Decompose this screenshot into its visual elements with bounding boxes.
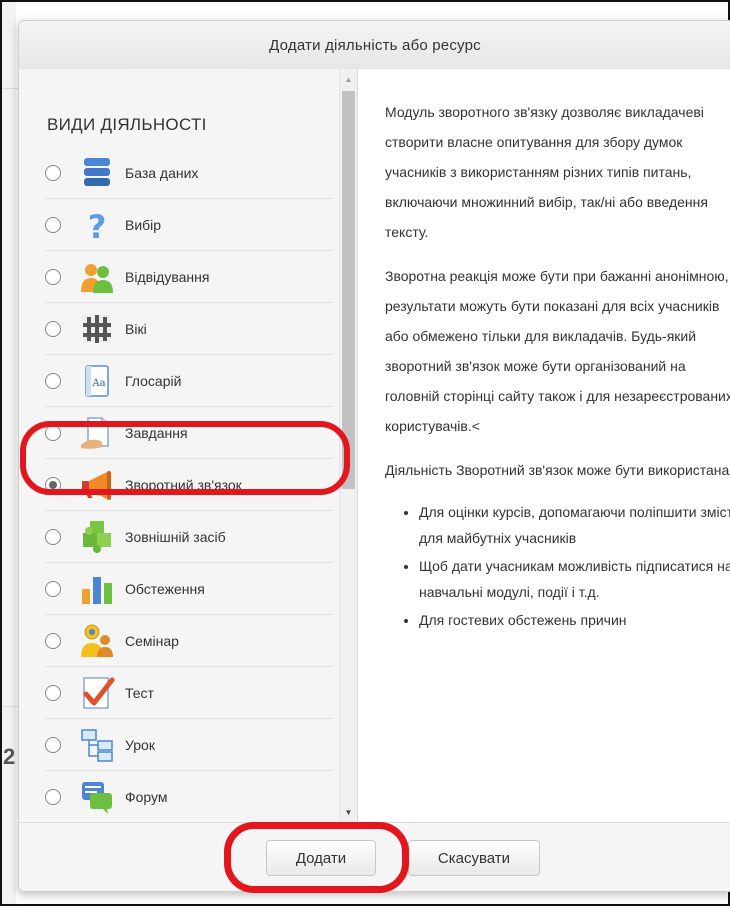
activity-label: Завдання	[125, 424, 188, 441]
description-bullet: Для гостевих обстежень причин	[419, 607, 730, 633]
bar-chart-icon	[82, 576, 112, 604]
activity-option-external-tool[interactable]: Зовнішній засіб	[45, 511, 333, 563]
activity-label: Урок	[125, 736, 155, 753]
lesson-tree-icon	[81, 728, 113, 762]
scroll-up-arrow-icon[interactable]: ▲	[340, 71, 357, 87]
activity-label: База даних	[125, 164, 199, 181]
wiki-puzzle-icon	[83, 314, 111, 343]
scroll-down-arrow-icon[interactable]: ▼	[340, 804, 357, 820]
radio-button[interactable]	[45, 580, 61, 597]
dialog-header: Додати діяльність або ресурс	[19, 21, 730, 70]
radio-button[interactable]	[45, 372, 61, 389]
description-paragraph: Модуль зворотного зв'язку дозволяє викла…	[385, 104, 708, 240]
activity-option-assignment[interactable]: Завдання	[45, 407, 333, 459]
puzzle-piece-icon	[83, 520, 111, 553]
activity-list-scrollbar[interactable]: ▲ ▼	[339, 69, 357, 822]
svg-text:Aa: Aa	[91, 378, 105, 389]
radio-button[interactable]	[45, 684, 61, 701]
activity-description-panel: Модуль зворотного зв'язку дозволяє викла…	[357, 69, 730, 822]
activity-option-glossary[interactable]: Aa Глосарій	[45, 355, 333, 407]
activity-option-survey[interactable]: Обстеження	[45, 563, 333, 615]
dialog-title: Додати діяльність або ресурс	[269, 36, 481, 54]
activity-option-choice[interactable]: ? Вибір	[45, 199, 333, 251]
activity-option-feedback[interactable]: Зворотний зв'язок	[45, 459, 333, 511]
description-paragraph: Зворотна реакція може бути при бажанні а…	[385, 268, 730, 434]
activity-label: Зовнішній засіб	[125, 528, 226, 545]
dialog-footer: Додати Скасувати	[19, 822, 730, 891]
description-paragraph: Діяльність Зворотний зв'язок може бути в…	[385, 462, 730, 478]
activity-section-title: ВИДИ ДІЯЛЬНОСТІ	[47, 115, 207, 134]
activity-label: Форум	[125, 788, 168, 805]
activity-option-wiki[interactable]: Вікі	[45, 303, 333, 355]
background-divider	[2, 88, 18, 89]
activity-label: Зворотний зв'язок	[125, 476, 242, 493]
radio-button[interactable]	[45, 320, 61, 337]
glossary-book-icon: Aa	[85, 364, 109, 397]
activity-label: Вибір	[125, 216, 162, 233]
attendance-people-icon	[81, 263, 113, 293]
radio-button[interactable]	[45, 788, 61, 805]
cancel-button[interactable]: Скасувати	[408, 840, 540, 876]
database-icon	[84, 157, 110, 186]
activity-option-forum[interactable]: Форум	[45, 771, 333, 822]
activity-label: Тест	[125, 684, 154, 701]
seminar-people-icon	[81, 624, 113, 657]
activity-label: Вікі	[125, 320, 147, 337]
radio-button[interactable]	[45, 164, 61, 181]
add-activity-dialog: Додати діяльність або ресурс ВИДИ ДІЯЛЬН…	[18, 20, 730, 892]
question-mark-icon: ?	[88, 208, 107, 243]
radio-button-selected[interactable]	[45, 476, 61, 493]
activity-label: Глосарій	[125, 372, 182, 389]
radio-button[interactable]	[45, 632, 61, 649]
activity-label: Обстеження	[125, 580, 205, 597]
radio-button[interactable]	[45, 528, 61, 545]
svg-text:?: ?	[88, 208, 107, 243]
activity-list-panel[interactable]: ВИДИ ДІЯЛЬНОСТІ База даних ? Вибір Відві…	[19, 69, 339, 822]
radio-button[interactable]	[45, 424, 61, 441]
radio-button[interactable]	[45, 216, 61, 233]
radio-button[interactable]	[45, 268, 61, 285]
activity-option-database[interactable]: База даних	[45, 147, 333, 199]
add-button[interactable]: Додати	[266, 840, 376, 876]
description-bullet-list: Для оцінки курсів, допомагаючи поліпшити…	[385, 499, 730, 633]
activity-option-workshop[interactable]: Семінар	[45, 615, 333, 667]
activity-label: Відвідування	[125, 268, 210, 285]
scrollbar-thumb[interactable]	[342, 91, 355, 489]
activity-label: Семінар	[125, 632, 179, 649]
radio-button[interactable]	[45, 736, 61, 753]
forum-chat-icon	[82, 781, 112, 814]
activity-option-lesson[interactable]: Урок	[45, 719, 333, 771]
megaphone-icon	[82, 470, 111, 500]
assignment-hand-icon	[81, 416, 109, 449]
quiz-checkmark-icon	[83, 676, 115, 709]
activity-option-quiz[interactable]: Тест	[45, 667, 333, 719]
description-bullet: Щоб дати учасникам можливість підписатис…	[419, 553, 730, 605]
background-partial-digit: 2	[3, 744, 16, 769]
background-divider	[2, 706, 18, 707]
description-text: Модуль зворотного зв'язку дозволяє викла…	[385, 97, 730, 635]
description-bullet: Для оцінки курсів, допомагаючи поліпшити…	[419, 499, 730, 551]
activity-option-attendance[interactable]: Відвідування	[45, 251, 333, 303]
